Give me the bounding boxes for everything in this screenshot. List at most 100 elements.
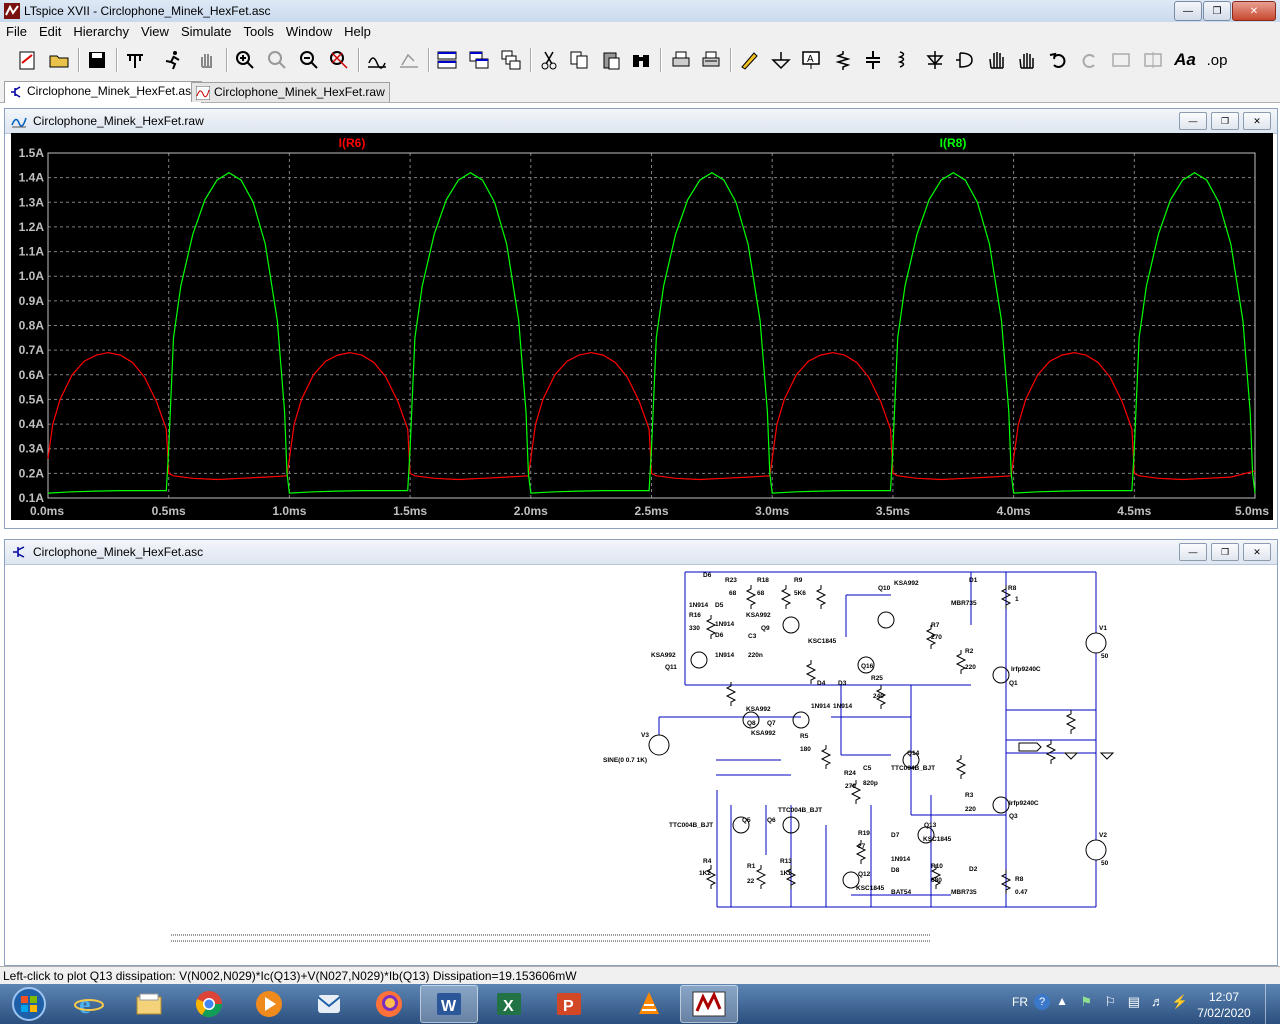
control-panel-icon[interactable] [122, 47, 148, 73]
resistor-symbol [780, 585, 792, 609]
tab-waveform[interactable]: Circlophone_Minek_HexFet.raw [191, 82, 390, 102]
plot-settings-icon[interactable] [396, 47, 422, 73]
minimize-button[interactable]: — [1174, 1, 1202, 21]
start-orb-icon[interactable] [0, 985, 58, 1023]
tab-waveform-label: Circlophone_Minek_HexFet.raw [214, 85, 385, 99]
media-player-icon[interactable] [240, 985, 298, 1023]
capacitor-icon[interactable] [860, 47, 886, 73]
cascade-icon[interactable] [498, 47, 524, 73]
outlook-icon[interactable] [300, 985, 358, 1023]
x-tick-label: 4.5ms [1117, 504, 1151, 518]
network-icon[interactable]: ▤ [1128, 994, 1140, 1010]
waveform-close-button[interactable]: ✕ [1243, 112, 1271, 130]
power-icon[interactable]: ⚡ [1172, 994, 1188, 1010]
y-tick-label: 1.1A [19, 245, 45, 259]
voltage-source [1085, 632, 1107, 654]
ground-icon[interactable] [768, 47, 794, 73]
volume-icon[interactable]: ♬ [1151, 994, 1164, 1009]
schematic-close-button[interactable]: ✕ [1243, 543, 1271, 561]
draw-wire-pencil-icon[interactable] [736, 47, 762, 73]
word-icon[interactable]: W [420, 985, 478, 1023]
mirror-icon[interactable] [1140, 47, 1166, 73]
show-desktop-button[interactable] [1265, 984, 1280, 1024]
menu-file[interactable]: File [0, 22, 33, 42]
inductor-icon[interactable] [890, 47, 916, 73]
ltspice-taskbar-icon[interactable] [680, 985, 738, 1023]
schematic-label: MBR735 [951, 889, 977, 896]
schematic-label: 1N914 [891, 856, 911, 863]
taskbar: e W X P FR ? ▲ ⚑ ⚐ ▤ ♬ ⚡ 12:07 7/02/2020 [0, 984, 1280, 1024]
resistor-icon[interactable] [830, 47, 856, 73]
y-tick-label: 1.2A [19, 220, 45, 234]
menu-view[interactable]: View [135, 22, 175, 42]
resistor-symbol [805, 660, 817, 684]
schematic-label: TTC004B_BJT [669, 822, 713, 829]
rotate-icon[interactable] [1108, 47, 1134, 73]
waveform-restore-button[interactable]: ❐ [1211, 112, 1239, 130]
restore-button[interactable]: ❐ [1203, 1, 1231, 21]
new-schematic-icon[interactable] [14, 47, 40, 73]
clock-date[interactable]: 7/02/2020 [1194, 1006, 1254, 1020]
schematic-label: TTC004B_BJT [891, 765, 935, 772]
menu-tools[interactable]: Tools [238, 22, 280, 42]
x-tick-label: 2.0ms [514, 504, 548, 518]
menu-simulate[interactable]: Simulate [175, 22, 238, 42]
tile-vertical-icon[interactable] [434, 47, 460, 73]
excel-icon[interactable]: X [480, 985, 538, 1023]
zoom-in-icon[interactable] [232, 47, 258, 73]
y-tick-label: 0.6A [19, 368, 45, 382]
menu-hierarchy[interactable]: Hierarchy [67, 22, 135, 42]
chrome-icon[interactable] [180, 985, 238, 1023]
pan-zoom-icon[interactable] [264, 47, 290, 73]
menu-window[interactable]: Window [280, 22, 338, 42]
firefox-icon[interactable] [360, 985, 418, 1023]
vlc-icon[interactable] [620, 985, 678, 1023]
x-tick-label: 2.5ms [634, 504, 668, 518]
schematic-label: 180 [800, 746, 811, 753]
find-binoculars-icon[interactable] [628, 47, 654, 73]
schematic-minimize-button[interactable]: — [1179, 543, 1207, 561]
waveform-minimize-button[interactable]: — [1179, 112, 1207, 130]
clock-time[interactable]: 12:07 [1194, 990, 1254, 1004]
move-hand-icon[interactable] [984, 47, 1010, 73]
paste-icon[interactable] [598, 47, 624, 73]
tab-schematic[interactable]: Circlophone_Minek_HexFet.asc [4, 81, 203, 103]
schematic-canvas[interactable]: D6R23 R18 R9Q10KSA992 D1R868 68 5K61MBR7351N9… [11, 565, 1273, 961]
internet-explorer-icon[interactable]: e [60, 985, 118, 1023]
schematic-restore-button[interactable]: ❐ [1211, 543, 1239, 561]
security-shield-icon[interactable]: ⚑ [1080, 994, 1092, 1010]
schematic-icon [11, 86, 21, 98]
action-center-flag-icon[interactable]: ⚐ [1104, 994, 1116, 1010]
waveform-plot[interactable]: 0.1A 0.2A 0.3A 0.4A 0.5A 0.6A 0.7A 0.8A 0.9A 1.0A… [11, 133, 1273, 520]
close-button[interactable]: ✕ [1232, 1, 1276, 21]
menu-edit[interactable]: Edit [33, 22, 67, 42]
zoom-fit-icon[interactable] [326, 47, 352, 73]
autoscale-icon[interactable] [364, 47, 390, 73]
language-indicator[interactable]: FR [1012, 995, 1028, 1009]
copy-icon[interactable] [566, 47, 592, 73]
zoom-out-icon[interactable] [296, 47, 322, 73]
print-icon[interactable] [668, 47, 694, 73]
waveform-window-title: Circlophone_Minek_HexFet.raw [33, 114, 204, 128]
help-icon[interactable]: ? [1034, 994, 1050, 1010]
undo-icon[interactable] [1046, 47, 1072, 73]
menu-help[interactable]: Help [338, 22, 377, 42]
print-setup-icon[interactable] [698, 47, 724, 73]
cut-icon[interactable] [536, 47, 562, 73]
open-folder-icon[interactable] [46, 47, 72, 73]
component-icon[interactable] [952, 47, 978, 73]
save-icon[interactable] [84, 47, 110, 73]
powerpoint-icon[interactable]: P [540, 985, 598, 1023]
status-bar: Left-click to plot Q13 dissipation: V(N0… [0, 966, 1280, 985]
drag-hand-icon[interactable] [1014, 47, 1040, 73]
tile-horizontal-icon[interactable] [466, 47, 492, 73]
diode-icon[interactable] [922, 47, 948, 73]
redo-icon[interactable] [1076, 47, 1102, 73]
run-icon[interactable] [160, 47, 186, 73]
show-hidden-icons-icon[interactable]: ▲ [1056, 994, 1068, 1008]
halt-hand-icon[interactable] [194, 47, 220, 73]
text-icon[interactable]: Aa [1172, 47, 1198, 73]
spice-directive-icon[interactable]: .op [1204, 47, 1230, 73]
label-net-icon[interactable]: A [798, 47, 824, 73]
file-explorer-icon[interactable] [120, 985, 178, 1023]
